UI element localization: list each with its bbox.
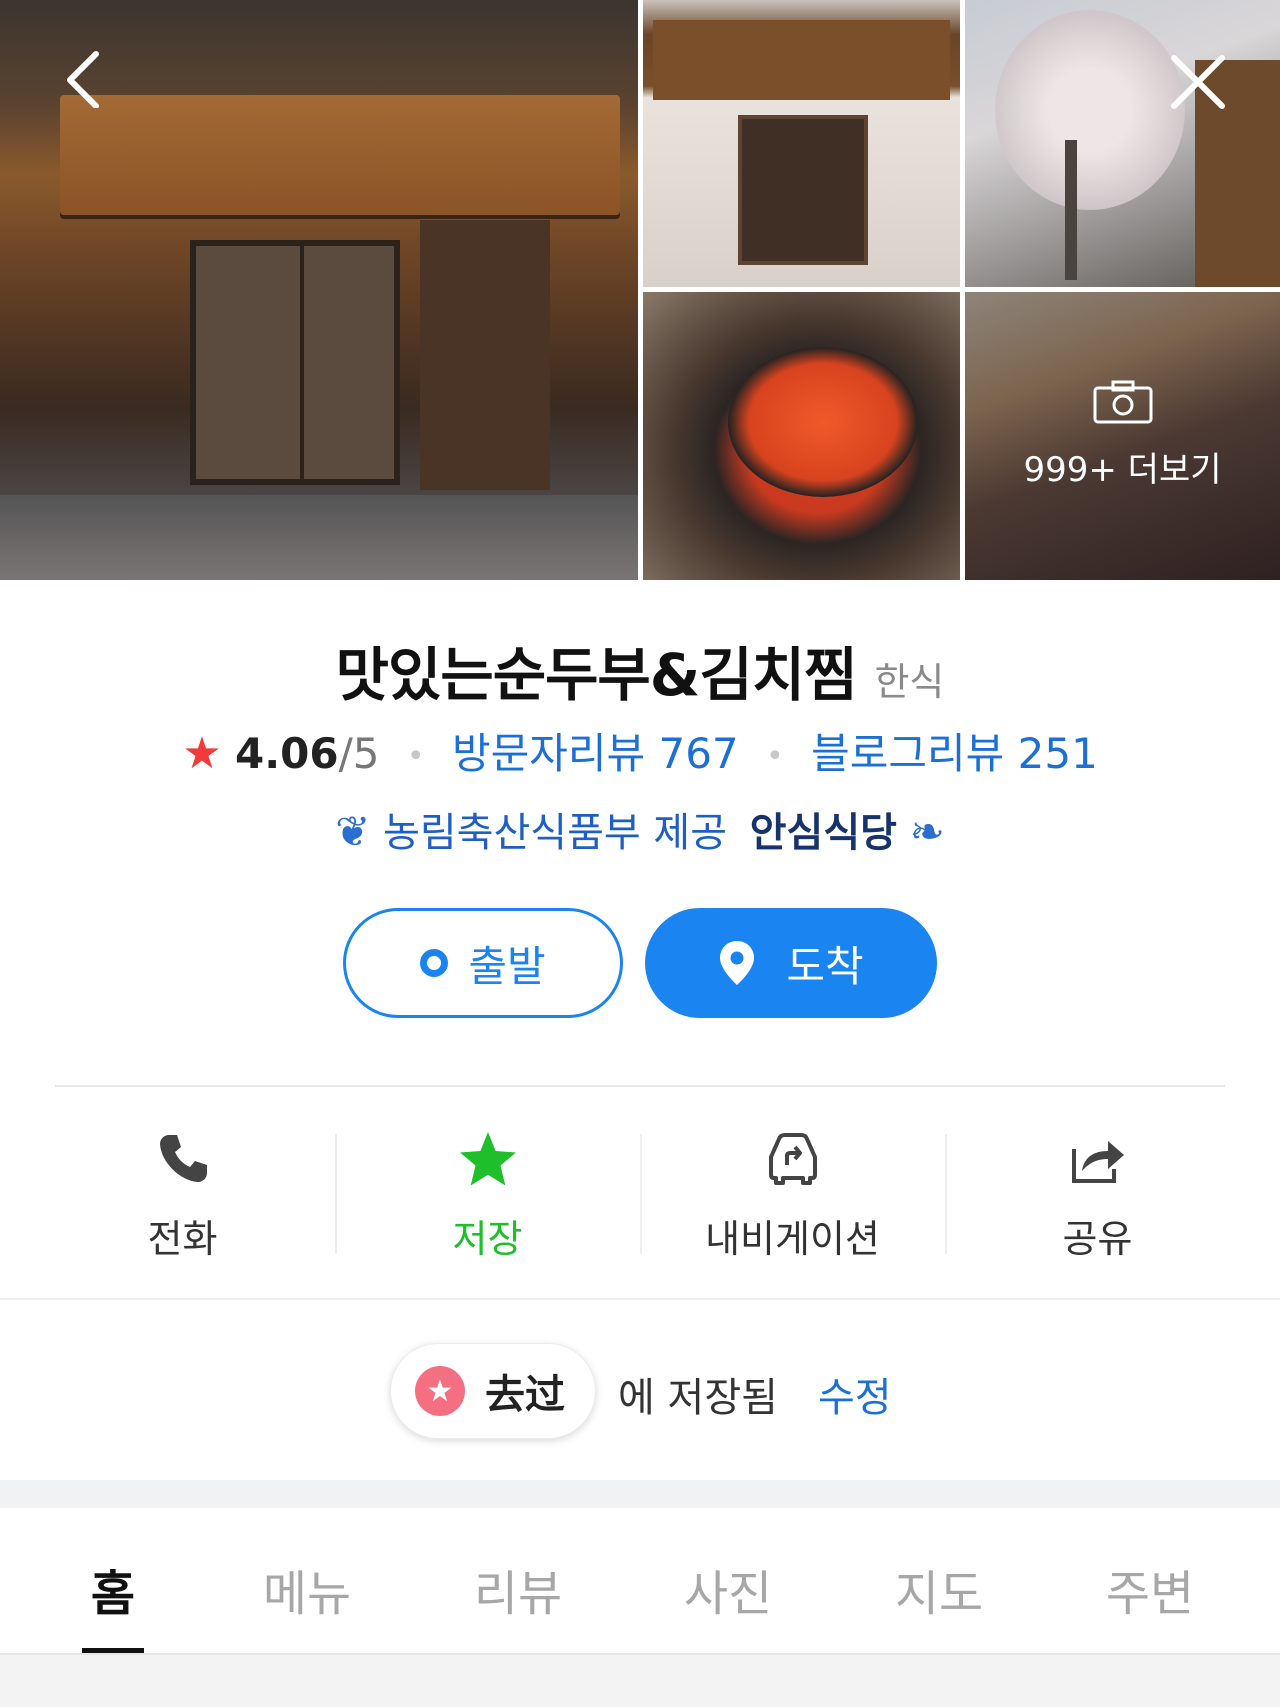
place-category: 한식 <box>874 660 945 704</box>
tab-home[interactable]: 홈 <box>91 1554 135 1624</box>
depart-label: 출발 <box>468 941 546 991</box>
divider <box>55 1085 1225 1087</box>
share-icon <box>1071 1141 1124 1183</box>
photo-sundubu-stew[interactable] <box>643 292 960 580</box>
camera-icon <box>1093 380 1153 424</box>
divider <box>0 1298 1280 1300</box>
more-photos-label: 999+ 더보기 <box>1023 450 1222 490</box>
storefront-sign <box>60 95 620 215</box>
edit-saved-link[interactable]: 수정 <box>818 1365 892 1423</box>
share-label: 공유 <box>1062 1217 1133 1261</box>
rating-star-icon: ★ <box>182 728 222 779</box>
saved-status-text: 에 저장됨 <box>618 1375 778 1421</box>
arrive-label: 도착 <box>786 941 864 991</box>
visitor-reviews-link[interactable]: 방문자리뷰 767 <box>452 729 739 778</box>
stew-bowl <box>728 347 918 497</box>
call-label: 전화 <box>147 1217 218 1261</box>
location-pin-icon <box>720 941 755 985</box>
separator-dot: • <box>766 739 784 774</box>
tab-map[interactable]: 지도 <box>895 1554 983 1624</box>
rating-row: ★ 4.06/5 • 방문자리뷰 767 • 블로그리뷰 251 <box>0 720 1280 781</box>
navigation-action[interactable]: 내비게이션 <box>640 1120 945 1270</box>
storefront-door <box>190 240 400 485</box>
tab-nearby[interactable]: 주변 <box>1106 1554 1194 1624</box>
tab-bar: 홈 메뉴 리뷰 사진 지도 주변 <box>0 1508 1280 1653</box>
save-label: 저장 <box>452 1217 523 1261</box>
laurel-right-icon: ❧ <box>909 807 945 856</box>
storefront-door-divider <box>300 246 304 479</box>
rating-score: 4.06 <box>235 729 339 778</box>
photo-gallery: 999+ 더보기 <box>0 0 1280 580</box>
saved-list-chip[interactable]: ★ 去过 <box>390 1343 596 1439</box>
call-action[interactable]: 전화 <box>30 1120 335 1270</box>
tab-reviews[interactable]: 리뷰 <box>474 1554 562 1624</box>
content-area <box>0 1653 1280 1707</box>
place-name: 맛있는순두부&김치찜 <box>335 641 858 709</box>
certification-name: 안심식당 <box>749 810 897 856</box>
saved-list-star-icon: ★ <box>415 1366 465 1416</box>
phone-icon <box>159 1135 207 1182</box>
blog-reviews-link[interactable]: 블로그리뷰 251 <box>811 729 1098 778</box>
tab-menu[interactable]: 메뉴 <box>263 1554 351 1624</box>
tree-trunk <box>1065 140 1077 280</box>
star-icon <box>459 1132 516 1186</box>
place-header: 맛있는순두부&김치찜 한식 <box>0 628 1280 712</box>
action-bar: 전화 저장 내비게이션 공유 <box>30 1120 1250 1270</box>
photo-storefront-day[interactable] <box>643 0 960 287</box>
tab-photos[interactable]: 사진 <box>684 1554 772 1624</box>
chevron-left-icon[interactable] <box>58 48 118 108</box>
saved-list-name: 去过 <box>485 1372 565 1418</box>
arrive-button[interactable]: 도착 <box>645 908 937 1018</box>
navigation-label: 내비게이션 <box>705 1217 880 1261</box>
section-separator <box>0 1480 1280 1508</box>
photo-street-cherry-blossom[interactable] <box>965 0 1280 287</box>
share-action[interactable]: 공유 <box>945 1120 1250 1270</box>
storefront-pillar <box>420 220 550 490</box>
laurel-left-icon: ❦ <box>335 807 371 856</box>
certification-prefix: 농림축산식품부 제공 <box>383 810 727 856</box>
depart-button[interactable]: 출발 <box>343 908 623 1018</box>
save-action[interactable]: 저장 <box>335 1120 640 1270</box>
cherry-tree <box>995 10 1185 210</box>
close-icon[interactable] <box>1168 52 1228 112</box>
storefront-sign <box>653 20 950 100</box>
photo-more[interactable]: 999+ 더보기 <box>965 292 1280 580</box>
certification-badge[interactable]: ❦ 농림축산식품부 제공 안심식당 ❧ <box>0 800 1280 858</box>
storefront-door <box>738 115 868 265</box>
car-navigation-icon <box>768 1133 817 1185</box>
photo-overlay <box>965 292 1280 580</box>
separator-dot: • <box>406 739 425 774</box>
origin-dot-icon <box>420 949 449 977</box>
rating-max: /5 <box>338 729 380 778</box>
street <box>0 495 638 580</box>
